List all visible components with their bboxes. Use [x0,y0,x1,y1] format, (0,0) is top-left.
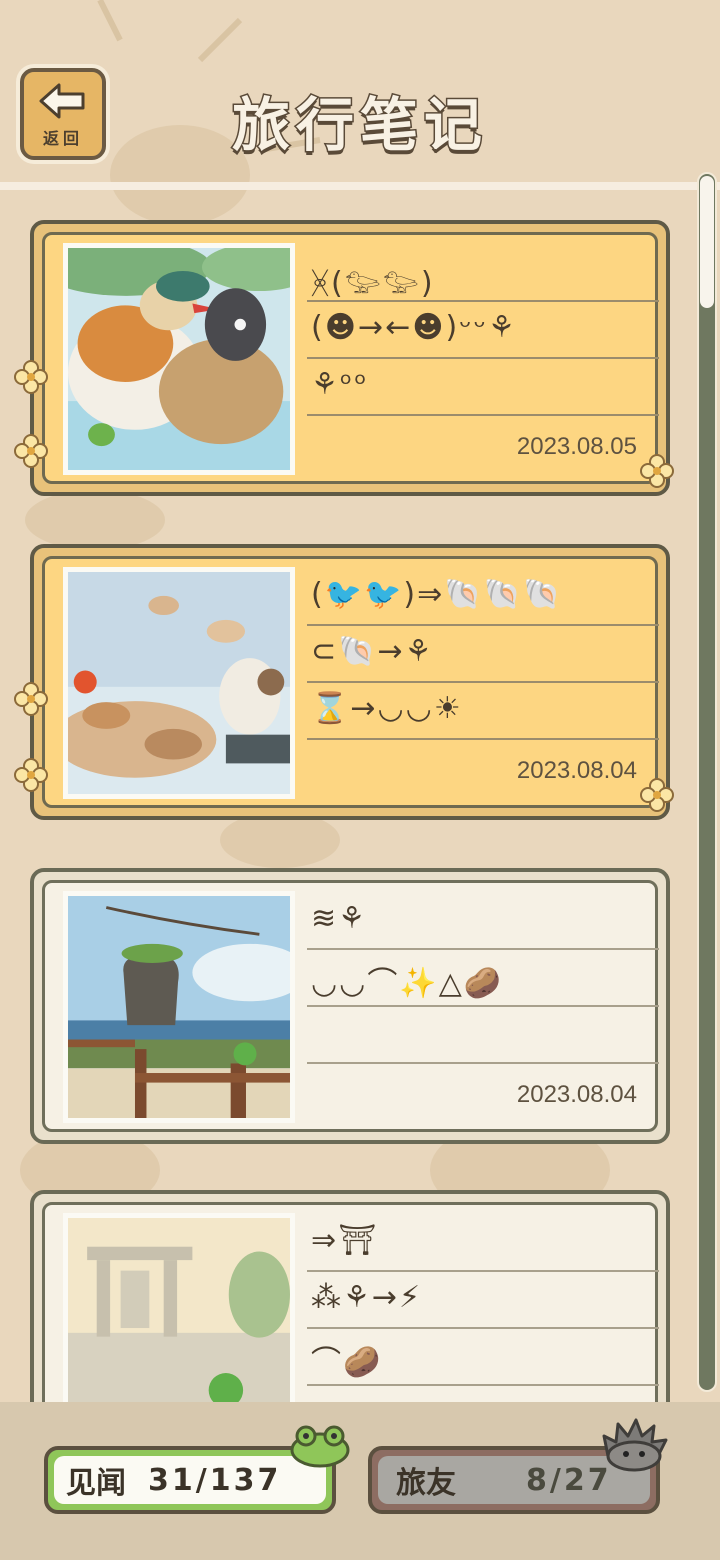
entry-glyph-text: ⚘ᵒᵒ [311,367,369,402]
flower-icon [640,778,674,812]
lvyou-value: 8/27 [526,1462,612,1498]
jianwen-value: 31/137 [148,1462,282,1498]
journal-entry-card[interactable]: (🐦🐦)⇒🐚🐚🐚 ⊂🐚→⚘ ⌛→◡◡☀ 2023.08.04 [30,544,670,820]
entry-date: 2023.08.05 [516,433,637,460]
flower-icon [14,758,48,792]
scrollbar-track[interactable] [697,172,717,1392]
header-divider [0,182,720,190]
entry-glyph-text: ≋⚘ [311,901,368,936]
page-title: 旅行笔记 [230,90,488,161]
entry-date: 2023.08.04 [516,757,637,784]
flower-icon [14,434,48,468]
journal-entry-card[interactable]: ≋⚘ ◡◡⌒✨△🥔 2023.08.04 [30,868,670,1144]
entry-photo-mandarin-ducks[interactable] [63,243,295,475]
mandarin-ducks-image [68,248,290,470]
flower-icon [14,360,48,394]
entry-glyph-text: (🐦🐦)⇒🐚🐚🐚 [311,577,563,612]
jianwen-label: 见闻 [66,1466,126,1501]
frog-icon [290,1425,350,1468]
entry-glyph-text: (☻→←☻)ᵕᵕ⚘ [311,310,517,345]
entry-glyph-text: ⁂⚘→⚡ [311,1280,423,1315]
entry-glyph-text: ⌛→◡◡☀ [311,691,463,726]
entry-glyph-text: ◡◡⌒✨△🥔 [311,966,504,1001]
clams-and-bird-image [68,572,290,794]
entry-photo-clams-and-bird[interactable] [63,567,295,799]
entry-date: 2023.08.04 [516,1081,637,1108]
flower-icon [640,454,674,488]
lvyou-label: 旅友 [396,1466,456,1501]
entry-glyph-text: ᚸ(𓅰𓅰) [311,266,435,301]
flower-icon [14,682,48,716]
entry-glyph-text: ⊂🐚→⚘ [311,634,434,669]
entry-glyph-text: ⌒🥔 [311,1345,383,1380]
entry-photo-sea-stack-fence[interactable] [63,891,295,1123]
scrollbar-thumb[interactable] [700,176,714,308]
journal-entry-card[interactable]: ᚸ(𓅰𓅰) (☻→←☻)ᵕᵕ⚘ ⚘ᵒᵒ 2023.08.05 [30,220,670,496]
entry-glyph-text: ⇒⛩ [311,1223,379,1258]
hedgehog-icon [602,1418,668,1472]
sea-stack-fence-image [68,896,290,1118]
